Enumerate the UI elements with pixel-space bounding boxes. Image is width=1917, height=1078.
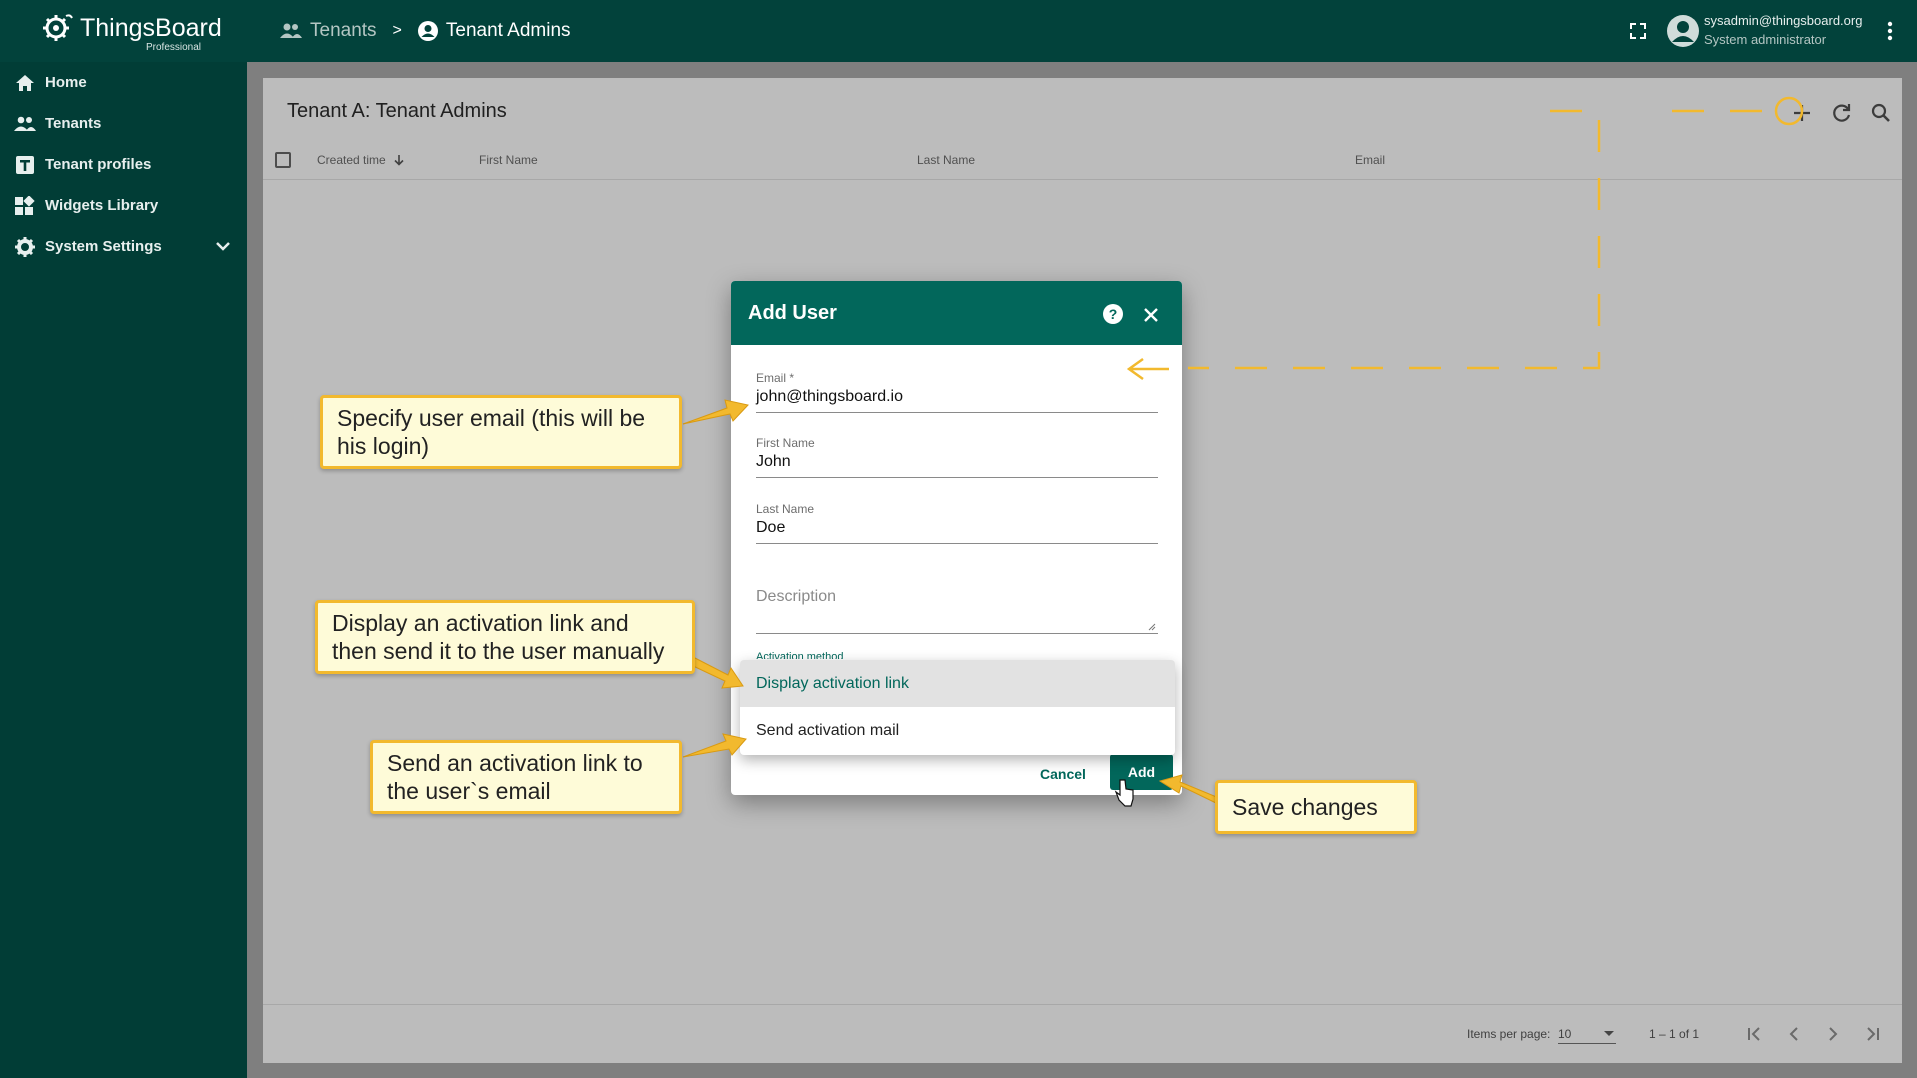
arrow-left-icon: [1126, 357, 1169, 381]
callout-save-changes: Save changes: [1215, 780, 1417, 834]
callout-send-mail: Send an activation link to the user`s em…: [370, 740, 682, 814]
pointer-cursor-icon: [1114, 779, 1134, 807]
callout-display-link: Display an activation link and then send…: [315, 600, 695, 674]
tutorial-overlay: [682, 96, 1804, 807]
highlight-ring: [1774, 96, 1804, 126]
callout-arrows: [682, 399, 1220, 804]
dashed-guide-line: [1188, 109, 1772, 370]
callout-specify-email: Specify user email (this will be his log…: [320, 395, 682, 469]
